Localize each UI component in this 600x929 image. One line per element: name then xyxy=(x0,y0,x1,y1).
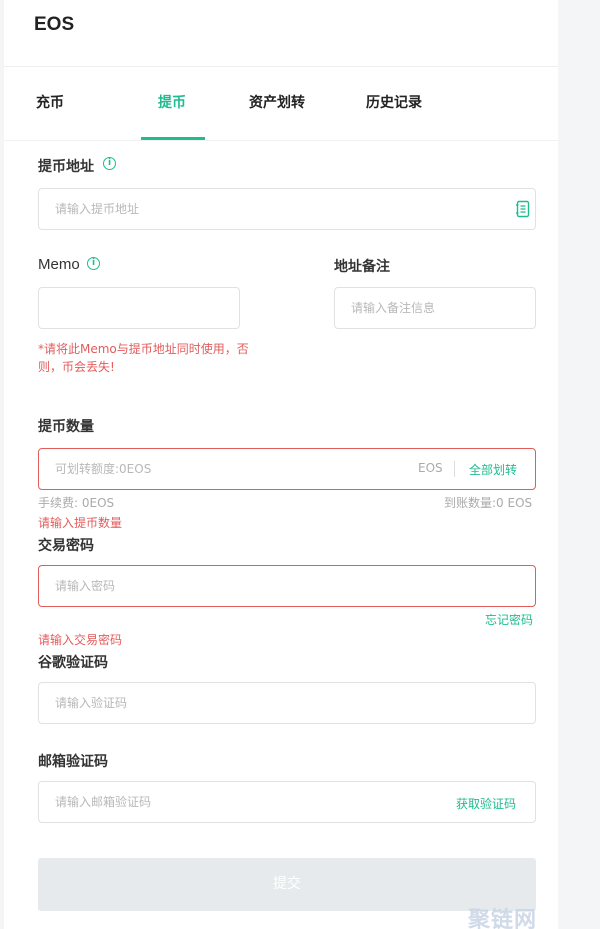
amount-unit: EOS xyxy=(418,461,443,475)
address-label: 提币地址 xyxy=(38,159,94,175)
email-code-label: 邮箱验证码 xyxy=(38,754,108,770)
remark-input[interactable]: 请输入备注信息 xyxy=(334,287,536,329)
fee-text: 手续费: 0EOS xyxy=(38,496,115,510)
tab-history[interactable]: 历史记录 xyxy=(366,92,422,112)
info-icon[interactable]: i xyxy=(87,257,100,270)
remark-label: 地址备注 xyxy=(334,259,390,275)
header-divider xyxy=(4,66,558,67)
get-code-button[interactable]: 获取验证码 xyxy=(456,795,516,812)
password-label: 交易密码 xyxy=(38,538,94,554)
watermark: 聚链网 xyxy=(468,908,538,929)
transfer-all-button[interactable]: 全部划转 xyxy=(469,461,517,478)
amount-error: 请输入提币数量 xyxy=(38,516,123,530)
submit-button[interactable]: 提交 xyxy=(38,858,536,911)
page-title: EOS xyxy=(34,14,75,35)
memo-label: Memo xyxy=(38,256,80,273)
amount-label: 提币数量 xyxy=(38,419,94,435)
password-input[interactable]: 请输入密码 xyxy=(38,565,536,607)
google-code-input[interactable]: 请输入验证码 xyxy=(38,682,536,724)
active-tab-indicator xyxy=(141,137,205,140)
info-icon[interactable]: i xyxy=(103,157,116,170)
tab-deposit[interactable]: 充币 xyxy=(36,92,64,112)
forgot-password-link[interactable]: 忘记密码 xyxy=(485,611,533,628)
memo-warning: *请将此Memo与提币地址同时使用，否则，币会丢失! xyxy=(38,342,249,374)
memo-input[interactable] xyxy=(38,287,240,329)
amount-input[interactable]: 可划转额度:0EOS xyxy=(38,448,536,490)
password-error: 请输入交易密码 xyxy=(38,633,123,647)
address-input[interactable]: 请输入提币地址 xyxy=(38,188,536,230)
tab-transfer[interactable]: 资产划转 xyxy=(249,92,305,112)
address-book-icon[interactable] xyxy=(515,200,531,218)
received-amount-text: 到账数量:0 EOS xyxy=(444,496,533,510)
divider xyxy=(454,461,455,477)
tabs-divider xyxy=(4,140,558,141)
tab-withdraw[interactable]: 提币 xyxy=(158,92,186,112)
right-background xyxy=(558,0,600,929)
google-code-label: 谷歌验证码 xyxy=(38,655,108,671)
